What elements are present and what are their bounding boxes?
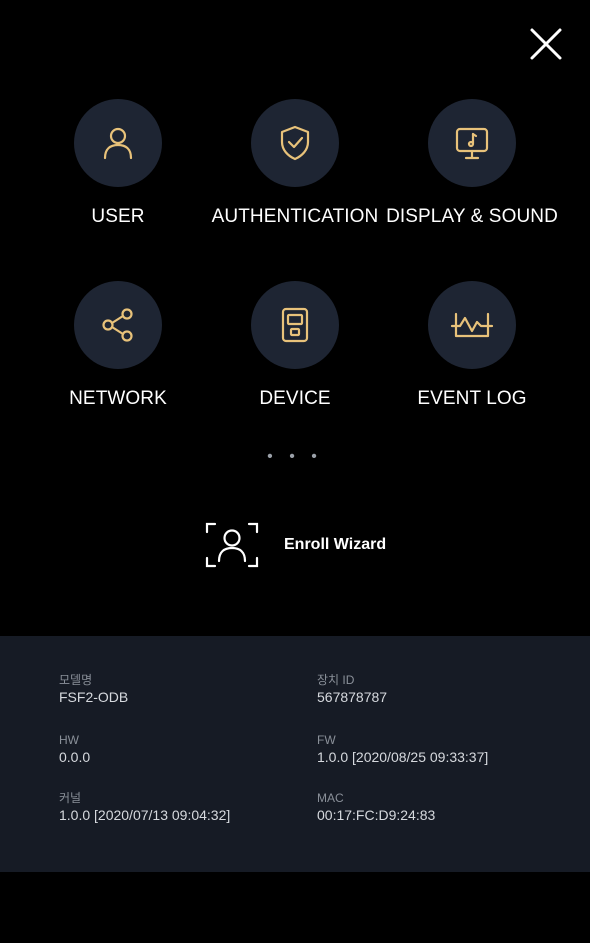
model-label: 모델명 [59, 673, 93, 687]
mac-label: MAC [317, 791, 344, 805]
hw-info: HW 0.0.0 [59, 732, 90, 766]
device-info-panel: 모델명 FSF2-ODB 장치 ID 567878787 HW 0.0.0 FW… [0, 636, 590, 872]
hw-value: 0.0.0 [59, 749, 91, 765]
shield-check-icon [280, 125, 310, 161]
menu-item-display-sound[interactable]: DISPLAY & SOUND [377, 99, 567, 229]
menu-circle [74, 99, 162, 187]
close-icon [530, 28, 562, 60]
more-indicator[interactable]: • • • [0, 448, 590, 466]
menu-label-device: DEVICE [259, 388, 331, 409]
kernel-value: 1.0.0 [2020/07/13 09:04:32] [59, 807, 231, 823]
menu-label-display-sound: DISPLAY & SOUND [386, 206, 558, 227]
device-id-info: 장치 ID 567878787 [317, 672, 387, 706]
fw-label: FW [317, 733, 336, 747]
menu-label-event-log: EVENT LOG [417, 388, 527, 409]
enroll-wizard-button[interactable]: Enroll Wizard [204, 520, 386, 570]
menu-item-user[interactable]: USER [23, 99, 213, 229]
menu-circle [74, 281, 162, 369]
menu-circle [251, 99, 339, 187]
menu-label-user: USER [91, 206, 145, 227]
menu-label-authentication: AUTHENTICATION [211, 206, 379, 227]
device-id-value: 567878787 [317, 689, 388, 705]
menu-circle [428, 99, 516, 187]
close-button[interactable] [524, 22, 568, 66]
menu-label-network: NETWORK [69, 388, 167, 409]
mac-info: MAC 00:17:FC:D9:24:83 [317, 790, 435, 824]
menu-circle [428, 281, 516, 369]
menu-circle [251, 281, 339, 369]
menu-item-network[interactable]: NETWORK [23, 281, 213, 411]
user-icon [103, 127, 133, 160]
menu-item-event-log[interactable]: EVENT LOG [377, 281, 567, 411]
menu-item-device[interactable]: DEVICE [200, 281, 390, 411]
menu-item-authentication[interactable]: AUTHENTICATION [200, 99, 390, 229]
fw-value: 1.0.0 [2020/08/25 09:33:37] [317, 749, 489, 765]
share-icon [102, 308, 133, 342]
device-id-label: 장치 ID [317, 673, 355, 687]
mac-value: 00:17:FC:D9:24:83 [317, 807, 436, 823]
hw-label: HW [59, 733, 79, 747]
face-scan-icon [205, 522, 259, 568]
device-icon [281, 307, 309, 343]
model-info: 모델명 FSF2-ODB [59, 672, 128, 706]
display-sound-icon [455, 127, 489, 160]
fw-info: FW 1.0.0 [2020/08/25 09:33:37] [317, 732, 488, 766]
event-log-icon [450, 312, 494, 338]
model-value: FSF2-ODB [59, 689, 129, 705]
kernel-info: 커널 1.0.0 [2020/07/13 09:04:32] [59, 790, 230, 824]
enroll-wizard-label: Enroll Wizard [284, 536, 387, 553]
kernel-label: 커널 [59, 791, 82, 805]
